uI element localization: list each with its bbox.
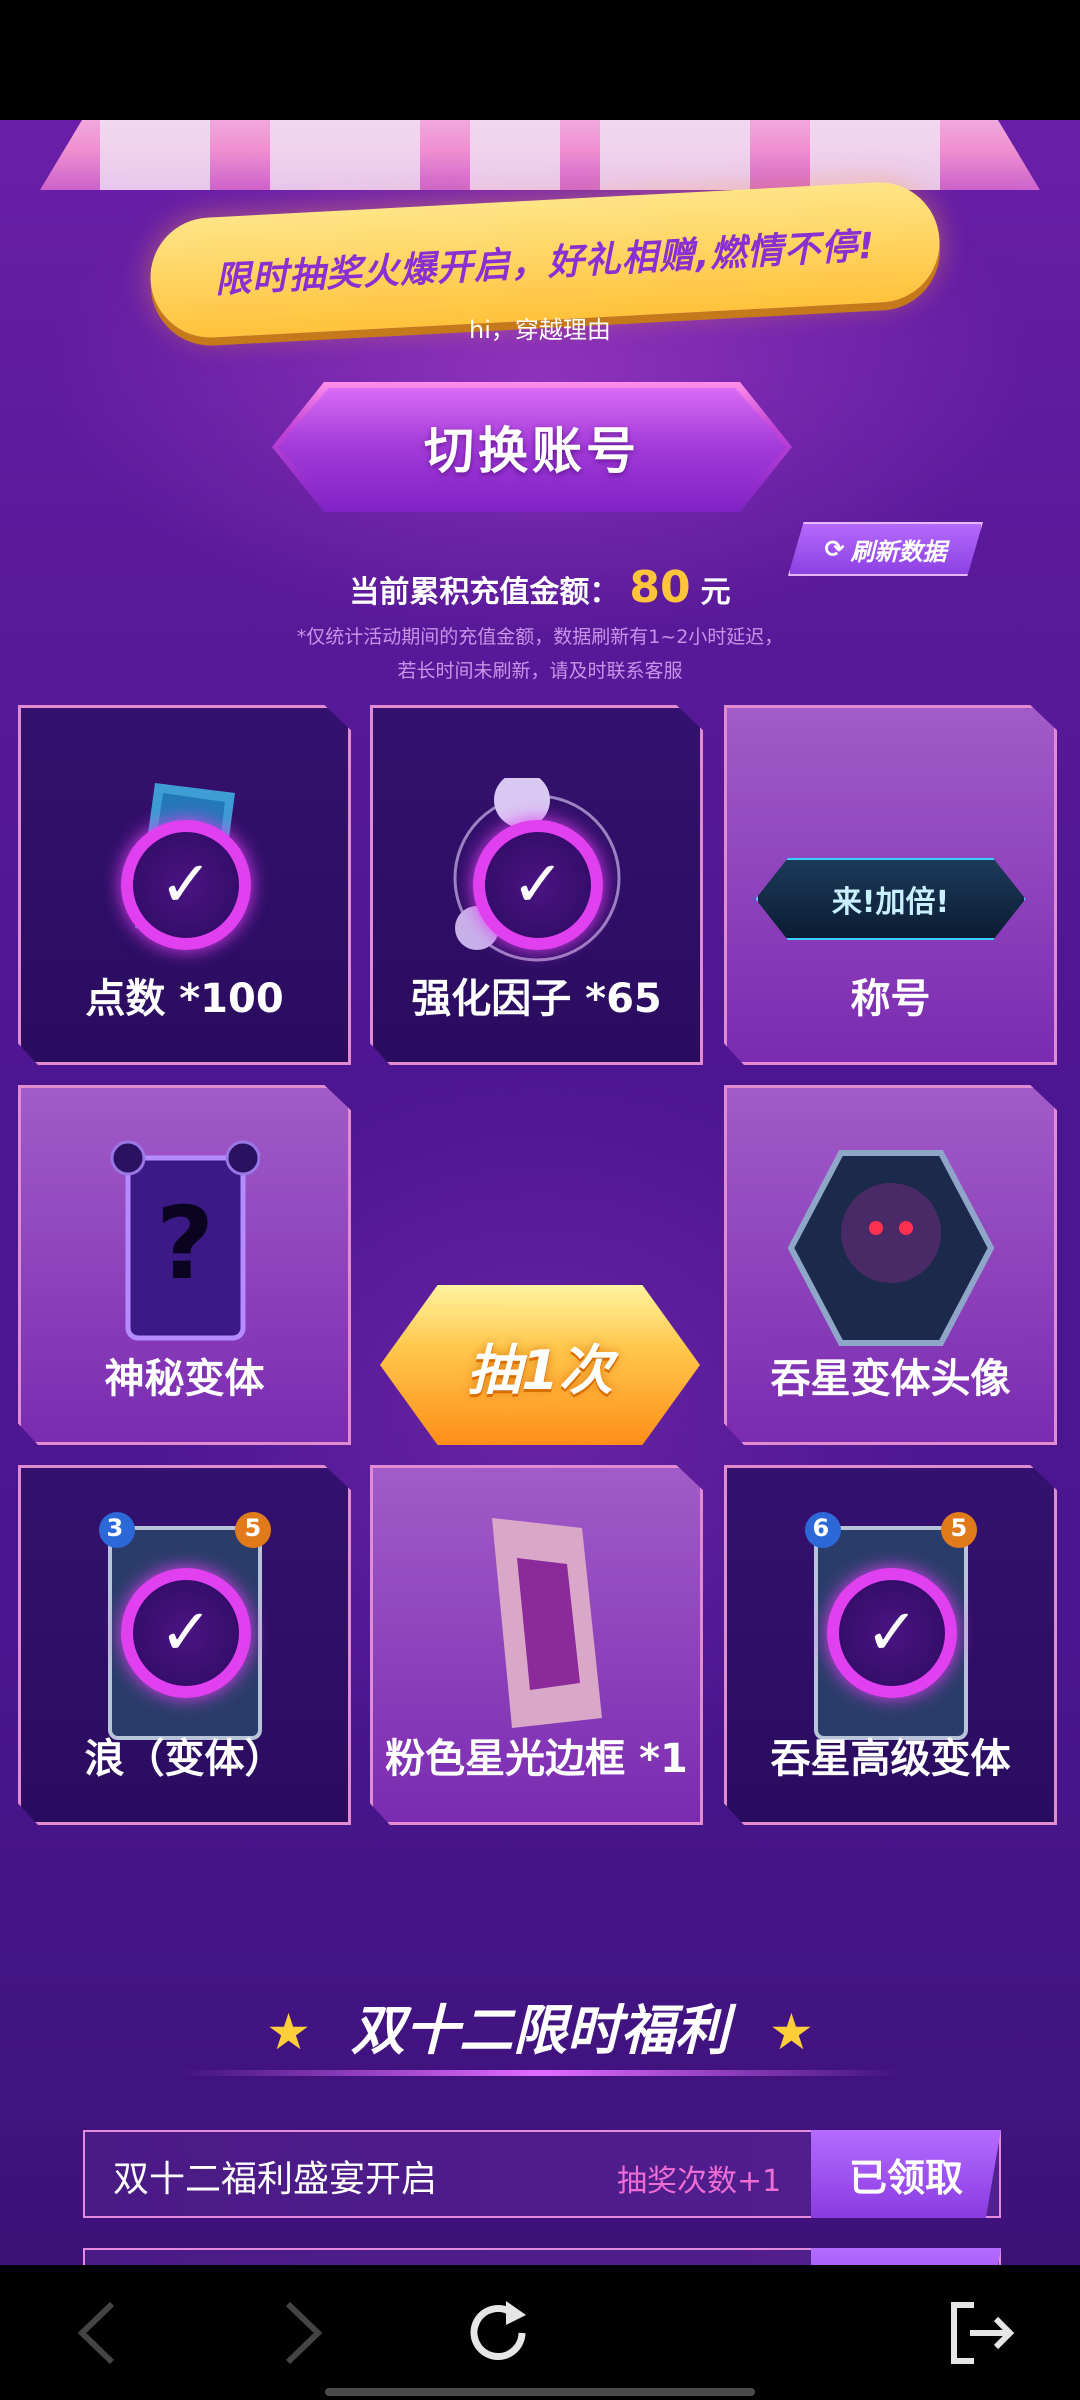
recharge-total-label: 当前累积充值金额： [349,575,620,610]
svg-text:?: ? [155,1185,213,1302]
recharge-total-unit: 元 [700,575,731,610]
section-title-text: 双十二限时福利 [351,1999,729,2062]
task-name: 双十二福利盛宴开启 [113,2159,438,2200]
refresh-note-line1: *仅统计活动期间的充值金额，数据刷新有1~2小时延迟， [296,626,784,648]
avatar-icon [786,1148,996,1348]
mystery-card-icon: ? [110,1138,260,1348]
forward-icon[interactable] [262,2293,342,2373]
banner-title-art [40,120,1040,190]
refresh-icon: ⟳ [824,535,845,563]
recharge-total: 当前累积充值金额： 80 元 [0,562,1080,613]
star-icon: ★ [769,2003,814,2061]
section-title: ★ 双十二限时福利 ★ [0,1986,1080,2065]
home-indicator [325,2388,755,2396]
claimed-check-icon: ✓ [121,820,251,950]
star-icon: ★ [266,2003,311,2061]
prize-label: 吞星高级变体 [770,1736,1011,1782]
prize-cell-mystery[interactable]: ? 神秘变体 [18,1085,351,1445]
prize-label: 粉色星光边框 *1 [385,1736,688,1782]
switch-account-button[interactable]: 切换账号 [272,382,792,512]
exit-icon[interactable] [940,2293,1020,2373]
claimed-label: 已领取 [848,2155,963,2200]
pink-frame-icon [462,1508,612,1738]
claimed-check-icon: ✓ [473,820,603,950]
status-bar [0,0,1080,120]
task-bonus: 抽奖次数+1 [617,2164,782,2199]
task-row [83,2248,1001,2265]
greeting-text: hi，穿越理由 [469,316,611,344]
refresh-icon[interactable] [458,2293,538,2373]
refresh-note-line2: 若长时间未刷新，请及时联系客服 [397,660,683,682]
refresh-note: *仅统计活动期间的充值金额，数据刷新有1~2小时延迟， 若长时间未刷新，请及时联… [0,620,1080,688]
prize-cell-boost[interactable]: ✓ 强化因子 *65 [370,705,703,1065]
title-badge-text: 来!加倍! [831,885,950,920]
prize-label: 神秘变体 [104,1356,265,1402]
prize-label: 称号 [850,976,931,1022]
prize-label: 浪（变体） [84,1736,285,1782]
task-action-button[interactable] [811,2248,1001,2265]
prize-cell-wave-variant[interactable]: 3 5 ✓ 浪（变体） [18,1465,351,1825]
card-cost: 6 [812,1514,830,1542]
draw-once-button[interactable]: 抽1次 [380,1285,700,1445]
claimed-check-icon: ✓ [827,1568,957,1698]
prize-cell-pink-frame[interactable]: 粉色星光边框 *1 [370,1465,703,1825]
prize-cell-advanced-variant[interactable]: 6 5 ✓ 吞星高级变体 [724,1465,1057,1825]
card-power: 5 [244,1514,262,1542]
event-page: 限时抽奖火爆开启，好礼相赠,燃情不停! hi，穿越理由 切换账号 ⟳ 刷新数据 … [0,120,1080,2265]
card-cost: 3 [106,1514,124,1542]
task-row: 双十二福利盛宴开启 抽奖次数+1 已领取 [83,2130,1001,2218]
prize-cell-avatar[interactable]: 吞星变体头像 [724,1085,1057,1445]
switch-account-label: 切换账号 [424,422,640,480]
section-divider [180,2070,900,2076]
prize-label: 吞星变体头像 [770,1356,1011,1402]
prize-cell-points[interactable]: ✓ 点数 *100 [18,705,351,1065]
title-badge-icon: 来!加倍! [755,858,1026,940]
banner-ribbon-text: 限时抽奖火爆开启，好礼相赠,燃情不停! [214,225,877,302]
claimed-button[interactable]: 已领取 [811,2130,1001,2218]
back-icon[interactable] [58,2293,138,2373]
prize-label: 强化因子 *65 [411,976,662,1022]
prize-label: 点数 *100 [85,976,284,1022]
recharge-total-amount: 80 [629,562,691,613]
card-power: 5 [950,1514,968,1542]
prize-cell-title[interactable]: 来!加倍! 称号 [724,705,1057,1065]
bottom-nav-bar [0,2265,1080,2400]
draw-once-label: 抽1次 [467,1338,613,1402]
claimed-check-icon: ✓ [121,1568,251,1698]
